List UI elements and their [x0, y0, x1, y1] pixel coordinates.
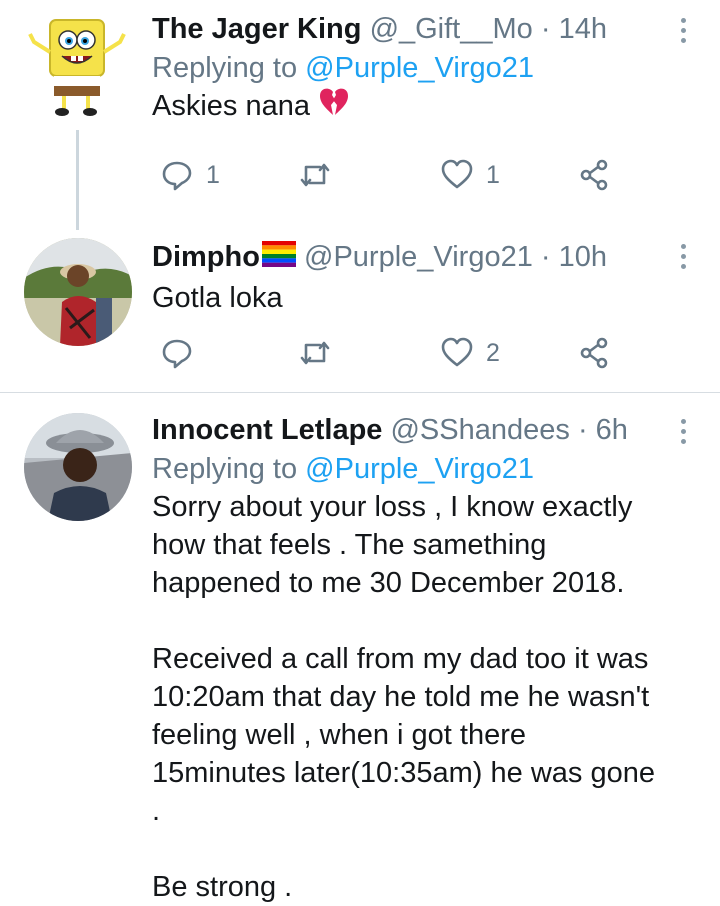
tweet-1[interactable]: The Jager King @_Gift__Mo · 14h Replying…: [0, 0, 720, 230]
tweet-3[interactable]: Innocent Letlape @SShandees · 6h Replyin…: [0, 393, 720, 903]
display-name[interactable]: Innocent Letlape: [152, 414, 382, 446]
replying-to: Replying to @Purple_Virgo21: [152, 51, 664, 85]
heart-icon: [441, 159, 473, 189]
tweet-actions: 2: [152, 333, 720, 373]
like-count: 2: [486, 338, 500, 367]
handle[interactable]: @Purple_Virgo21: [304, 241, 533, 273]
tweet-2[interactable]: Dimpho @Purple_Virgo21 · 10h Gotla loka: [0, 230, 720, 390]
retweet-button[interactable]: [298, 333, 332, 373]
rainbow-flag-icon: [261, 241, 296, 275]
reply-icon: [162, 161, 192, 191]
retweet-icon: [300, 341, 330, 365]
tweet-header: Innocent Letlape @SShandees · 6h: [152, 413, 664, 447]
share-icon: [580, 337, 608, 369]
handle[interactable]: @SShandees: [390, 414, 569, 446]
tweet-header: The Jager King @_Gift__Mo · 14h: [152, 12, 664, 46]
mention-link[interactable]: @Purple_Virgo21: [305, 52, 534, 84]
heart-icon: [441, 337, 473, 367]
avatar-dimpho[interactable]: [24, 238, 132, 346]
like-button[interactable]: 2: [440, 333, 500, 373]
tweet-paragraph: Be strong .: [152, 871, 293, 903]
timestamp[interactable]: · 10h: [541, 241, 607, 273]
tweet-text-body: Askies nana: [152, 90, 310, 122]
replying-prefix: Replying to: [152, 52, 306, 84]
more-options-icon[interactable]: [680, 18, 688, 48]
replying-to: Replying to @Purple_Virgo21: [152, 452, 664, 486]
timestamp[interactable]: · 6h: [578, 414, 628, 446]
tweet-text: Sorry about your loss , I know exactly h…: [152, 488, 664, 906]
like-button[interactable]: 1: [440, 155, 500, 195]
retweet-button[interactable]: [298, 155, 332, 195]
retweet-icon: [300, 163, 330, 187]
more-options-icon[interactable]: [680, 419, 688, 449]
reply-button[interactable]: [160, 333, 194, 373]
timestamp[interactable]: · 14h: [541, 13, 607, 45]
tweet-text-body: Gotla loka: [152, 282, 283, 315]
tweet-text: Askies nana: [152, 87, 664, 127]
handle[interactable]: @_Gift__Mo: [370, 13, 533, 45]
display-name[interactable]: The Jager King: [152, 13, 362, 45]
thread-line: [76, 130, 79, 230]
more-options-icon[interactable]: [680, 244, 688, 274]
share-button[interactable]: [578, 333, 612, 373]
avatar-innocent-letlape[interactable]: [24, 413, 132, 521]
reply-count: 1: [206, 160, 220, 189]
reply-button[interactable]: 1: [160, 155, 220, 195]
share-icon: [580, 159, 608, 191]
mention-link[interactable]: @Purple_Virgo21: [305, 453, 534, 485]
share-button[interactable]: [578, 155, 612, 195]
broken-heart-icon: [318, 87, 350, 127]
tweet-header: Dimpho @Purple_Virgo21 · 10h: [152, 240, 664, 275]
like-count: 1: [486, 160, 500, 189]
tweet-paragraph: Sorry about your loss , I know exactly h…: [152, 491, 633, 599]
display-name[interactable]: Dimpho: [152, 241, 260, 273]
reply-icon: [162, 339, 192, 369]
avatar-jager-king[interactable]: [24, 12, 132, 120]
tweet-paragraph: Received a call from my dad too it was 1…: [152, 643, 655, 827]
tweet-actions: 1 1: [152, 155, 720, 195]
replying-prefix: Replying to: [152, 453, 306, 485]
tweet-text: Gotla loka: [152, 279, 664, 317]
